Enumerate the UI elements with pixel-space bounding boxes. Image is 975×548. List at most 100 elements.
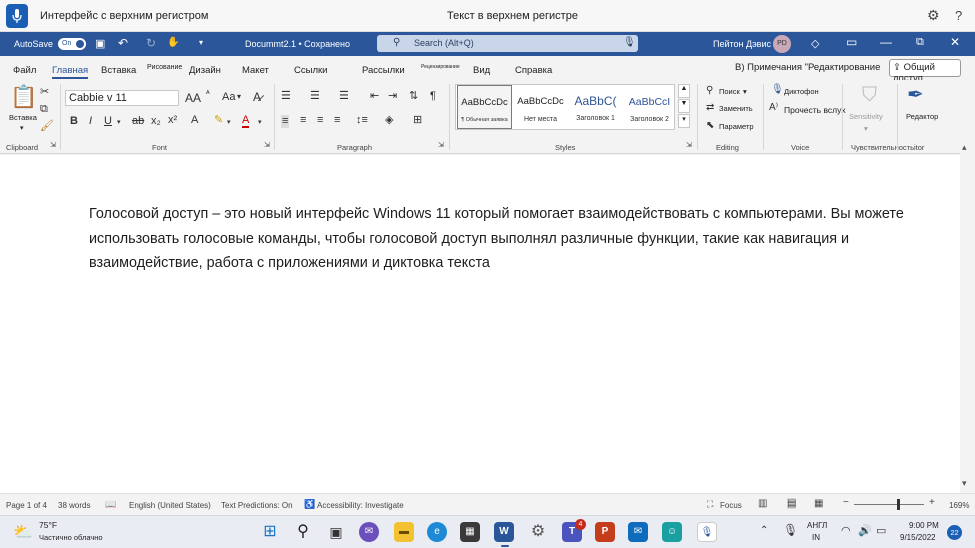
multilevel-list-icon[interactable]: ☰: [339, 91, 349, 102]
people-icon[interactable]: ☺: [662, 522, 682, 542]
find-label[interactable]: Поиск: [719, 87, 740, 96]
increase-indent-icon[interactable]: ⇥: [388, 91, 397, 102]
format-painter-icon[interactable]: 🖌: [40, 121, 54, 132]
page-count[interactable]: Page 1 of 4: [6, 501, 47, 510]
chat-icon[interactable]: ✉: [359, 522, 379, 542]
autosave-toggle[interactable]: On: [58, 38, 86, 50]
numbering-icon[interactable]: ☰: [310, 91, 320, 102]
minimize-icon[interactable]: —: [880, 35, 892, 49]
style-heading-1[interactable]: AaBbC( Заголовок 1: [568, 85, 623, 129]
store-icon[interactable]: ▦: [460, 522, 480, 542]
save-icon[interactable]: ▣: [95, 37, 105, 50]
zoom-out-icon[interactable]: −: [843, 497, 849, 508]
document-body-text[interactable]: Голосовой доступ – это новый интерфейс W…: [89, 202, 949, 276]
styles-down-icon[interactable]: ▼: [678, 99, 690, 113]
clock-time[interactable]: 9:00 PM: [909, 521, 939, 530]
document-canvas[interactable]: Голосовой доступ – это новый интерфейс W…: [0, 155, 960, 493]
avatar[interactable]: PD: [773, 35, 791, 53]
tab-view[interactable]: Вид: [473, 65, 490, 76]
find-icon[interactable]: ⚲: [706, 86, 713, 96]
tab-mailings[interactable]: Рассылки: [362, 65, 405, 76]
text-effects-icon[interactable]: A: [191, 115, 198, 126]
notification-count[interactable]: 22: [947, 525, 962, 540]
zoom-slider[interactable]: [854, 504, 924, 505]
web-layout-icon[interactable]: ▦: [814, 498, 823, 509]
styles-up-icon[interactable]: ▲: [678, 84, 690, 98]
outlook-mail-icon[interactable]: ✉: [628, 522, 648, 542]
tab-references[interactable]: Ссылки: [294, 65, 327, 76]
highlight-dropdown-icon[interactable]: ▾: [227, 119, 231, 126]
shading-icon[interactable]: ◈: [385, 115, 393, 126]
tab-layout[interactable]: Макет: [242, 65, 269, 76]
focus-button[interactable]: Focus: [720, 501, 742, 510]
grow-font-icon[interactable]: AA: [185, 92, 201, 104]
bullets-icon[interactable]: ☰: [281, 91, 291, 102]
text-predictions-status[interactable]: Text Predictions: On: [221, 501, 293, 510]
decrease-indent-icon[interactable]: ⇤: [370, 91, 379, 102]
dictate-search-icon[interactable]: 🎙: [623, 37, 636, 48]
volume-icon[interactable]: 🔊: [858, 524, 872, 537]
borders-icon[interactable]: ⊞: [413, 115, 422, 126]
word-app-icon[interactable]: W: [494, 522, 514, 542]
clipboard-launcher-icon[interactable]: ⇲: [50, 142, 56, 149]
align-left-icon[interactable]: ≡: [281, 115, 290, 128]
replace-label[interactable]: Заменить: [719, 104, 753, 113]
read-aloud-icon[interactable]: A⁾: [769, 103, 778, 113]
style-heading-2[interactable]: AaBbCcI Заголовок 2: [622, 85, 677, 129]
input-layout[interactable]: IN: [812, 533, 820, 542]
paragraph-launcher-icon[interactable]: ⇲: [438, 142, 444, 149]
tab-home[interactable]: Главная: [52, 65, 89, 79]
share-button[interactable]: ⇪ Общий доступ: [889, 59, 961, 84]
paste-dropdown-icon[interactable]: ▾: [20, 124, 24, 132]
superscript-icon[interactable]: x²: [168, 115, 177, 126]
paste-icon[interactable]: 📋: [10, 86, 37, 108]
line-spacing-icon[interactable]: ↕≡: [356, 115, 368, 126]
file-explorer-icon[interactable]: ▬: [394, 522, 414, 542]
dictate-icon[interactable]: 🎙: [771, 85, 784, 95]
strikethrough-icon[interactable]: ab: [132, 116, 144, 127]
ribbon-display-icon[interactable]: ▭: [846, 35, 857, 49]
sensitivity-label[interactable]: Sensitivity: [849, 112, 883, 121]
read-aloud-label[interactable]: Прочесть вслух: [784, 105, 846, 115]
tab-help[interactable]: Справка: [515, 65, 552, 76]
cut-icon[interactable]: ✂: [40, 87, 49, 98]
task-view-icon[interactable]: ▣: [326, 522, 346, 542]
microphone-tray-icon[interactable]: 🎙: [783, 523, 798, 537]
subscript-icon[interactable]: x₂: [151, 116, 161, 127]
show-marks-icon[interactable]: ¶: [430, 91, 436, 102]
chevron-up-icon[interactable]: ⌃: [760, 525, 768, 536]
vertical-scrollbar[interactable]: ▴ ▾: [960, 140, 975, 493]
weather-temperature[interactable]: 75°F: [39, 520, 57, 530]
touch-mode-icon[interactable]: ✋: [167, 37, 179, 48]
align-right-icon[interactable]: ≡: [317, 115, 323, 126]
shrink-font-icon[interactable]: ᴬ: [206, 90, 210, 98]
scroll-down-icon[interactable]: ▾: [962, 478, 967, 489]
style-no-spacing[interactable]: AaBbCcDc Нет места: [513, 85, 568, 129]
sort-icon[interactable]: ⇅: [409, 91, 418, 102]
print-layout-icon[interactable]: ▤: [787, 498, 797, 509]
zoom-level[interactable]: 169%: [949, 501, 969, 510]
select-label[interactable]: Параметр: [719, 122, 754, 131]
proofing-book-icon[interactable]: 📖: [105, 499, 116, 510]
style-normal[interactable]: AaBbCcDc ¶ Обычная заявка: [457, 85, 512, 129]
underline-dropdown-icon[interactable]: ▾: [117, 119, 121, 126]
select-icon[interactable]: ⬉: [706, 121, 714, 131]
diamond-icon[interactable]: ◇: [811, 37, 819, 50]
italic-icon[interactable]: I: [89, 116, 92, 127]
accessibility-status[interactable]: Accessibility: Investigate: [317, 501, 404, 510]
undo-icon[interactable]: ↶: [118, 36, 128, 50]
scroll-up-icon[interactable]: ▴: [962, 142, 967, 153]
settings-gear-icon[interactable]: ⚙: [927, 7, 940, 24]
change-case-dropdown-icon[interactable]: ▾: [237, 93, 241, 101]
close-icon[interactable]: ✕: [950, 35, 960, 49]
clock-date[interactable]: 9/15/2022: [900, 533, 936, 542]
font-color-dropdown-icon[interactable]: ▾: [258, 119, 262, 126]
word-count[interactable]: 38 words: [58, 501, 90, 510]
tab-draw[interactable]: Рисование: [147, 64, 182, 71]
wifi-icon[interactable]: ◠: [841, 524, 851, 537]
tab-insert[interactable]: Вставка: [101, 65, 136, 76]
clear-formatting-icon[interactable]: A̷: [253, 91, 261, 103]
read-mode-icon[interactable]: ▥: [758, 498, 767, 509]
paste-label[interactable]: Вставка: [9, 113, 37, 122]
language-status[interactable]: English (United States): [129, 501, 211, 510]
